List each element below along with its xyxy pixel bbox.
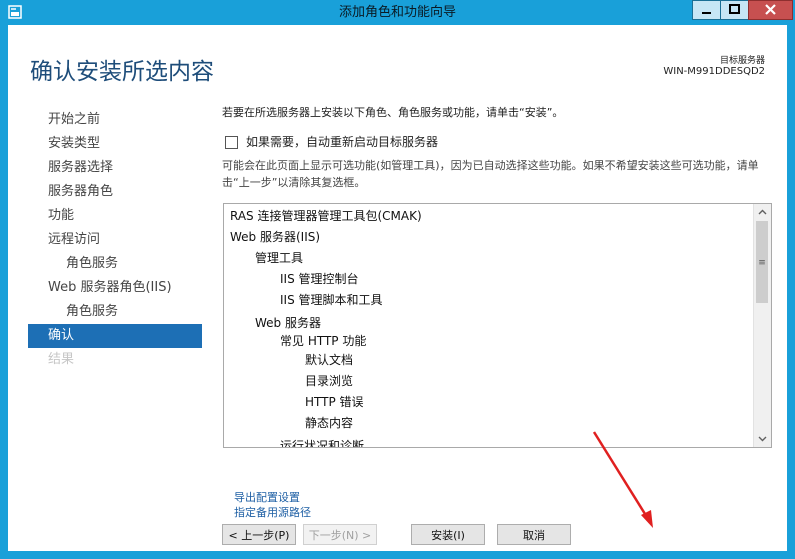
list-item: Web 服务器: [255, 316, 321, 330]
feature-list-scrollbar[interactable]: ≡: [753, 204, 771, 447]
page-title: 确认安装所选内容: [30, 59, 214, 85]
minimize-button[interactable]: [692, 0, 721, 20]
nav-item-server-roles[interactable]: 服务器角色: [28, 180, 202, 204]
nav-item-features[interactable]: 功能: [28, 204, 202, 228]
nav-item-confirmation[interactable]: 确认: [28, 324, 202, 348]
list-item: IIS 管理脚本和工具: [280, 293, 383, 307]
nav-item-role-services[interactable]: 角色服务: [28, 252, 202, 276]
scroll-down-icon[interactable]: [754, 430, 771, 447]
optional-features-notice: 可能会在此页面上显示可选功能(如管理工具)，因为已自动选择这些功能。如果不希望安…: [222, 159, 759, 189]
window-title: 添加角色和功能向导: [338, 5, 456, 20]
window-frame-bottom: [0, 551, 795, 559]
list-item: 管理工具: [255, 251, 304, 265]
list-item: RAS 连接管理器管理工具包(CMAK): [230, 209, 422, 223]
nav-item-results: 结果: [48, 352, 75, 367]
list-item: 目录浏览: [305, 374, 354, 388]
feature-list[interactable]: RAS 连接管理器管理工具包(CMAK) Web 服务器(IIS) 管理工具 I…: [223, 203, 772, 448]
list-item: HTTP 错误: [305, 395, 364, 409]
maximize-button[interactable]: [720, 0, 749, 20]
list-item: 静态内容: [305, 416, 354, 430]
nav-item-installation-type[interactable]: 安装类型: [28, 132, 202, 156]
list-item: IIS 管理控制台: [280, 272, 359, 286]
wizard-content: 确认安装所选内容 目标服务器 WIN-M991DDESQD2 开始之前 安装类型…: [8, 25, 787, 551]
nav-item-before-you-begin[interactable]: 开始之前: [28, 108, 202, 132]
nav-item-remote-access[interactable]: 远程访问: [28, 228, 202, 252]
restart-checkbox[interactable]: [225, 136, 238, 149]
list-item: Web 服务器(IIS): [230, 230, 321, 244]
list-item: 运行状况和诊断: [280, 439, 365, 447]
intro-text: 若要在所选服务器上安装以下角色、角色服务或功能，请单击“安装”。: [222, 106, 564, 119]
export-config-link[interactable]: 导出配置设置: [234, 489, 300, 505]
install-button[interactable]: 安装(I): [411, 524, 485, 545]
maximize-icon: [729, 4, 740, 14]
close-button[interactable]: [748, 0, 793, 20]
title-bar: 添加角色和功能向导: [0, 0, 795, 25]
nav-item-server-selection[interactable]: 服务器选择: [28, 156, 202, 180]
close-icon: [765, 4, 776, 15]
nav-item-web-role-services[interactable]: 角色服务: [28, 300, 202, 324]
alternate-source-link[interactable]: 指定备用源路径: [234, 504, 311, 520]
previous-button[interactable]: < 上一步(P): [222, 524, 296, 545]
minimize-icon: [702, 12, 711, 14]
restart-checkbox-label[interactable]: 如果需要，自动重新启动目标服务器: [246, 133, 438, 150]
grip-icon: ≡: [758, 258, 766, 268]
window-frame-right: [787, 25, 795, 559]
destination-server-name: WIN-M991DDESQD2: [663, 66, 765, 77]
wizard-nav: 开始之前 安装类型 服务器选择 服务器角色 功能 远程访问 角色服务 Web 服…: [28, 108, 202, 372]
next-button: 下一步(N) >: [303, 524, 377, 545]
scrollbar-thumb[interactable]: ≡: [756, 221, 768, 303]
cancel-button[interactable]: 取消: [497, 524, 571, 545]
feature-list-rows: RAS 连接管理器管理工具包(CMAK) Web 服务器(IIS) 管理工具 I…: [224, 204, 754, 447]
scroll-up-icon[interactable]: [754, 204, 771, 221]
window-frame-left: [0, 25, 8, 559]
destination-server-label: 目标服务器: [719, 56, 765, 66]
list-item: 常见 HTTP 功能: [280, 334, 367, 348]
list-item: 默认文档: [305, 353, 354, 367]
nav-item-web-server-role[interactable]: Web 服务器角色(IIS): [28, 276, 202, 300]
